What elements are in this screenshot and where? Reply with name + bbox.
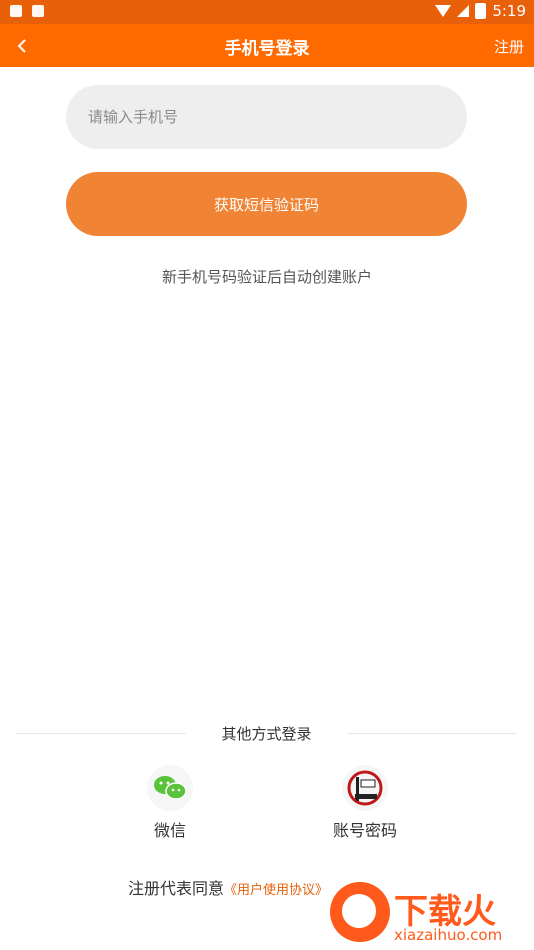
new-account-hint: 新手机号码验证后自动创建账户 bbox=[161, 268, 372, 286]
get-sms-code-button[interactable]: 获取短信验证码 bbox=[66, 172, 467, 236]
agreement-text: 注册代表同意《用户使用协议》 bbox=[128, 875, 328, 899]
notification-icon bbox=[10, 5, 22, 17]
wechat-login-option[interactable]: 微信 bbox=[110, 765, 230, 841]
wechat-label: 微信 bbox=[153, 821, 186, 840]
account-password-label: 账号密码 bbox=[332, 821, 397, 840]
battery-icon bbox=[475, 3, 487, 19]
signal-icon bbox=[457, 5, 470, 17]
account-password-icon bbox=[342, 765, 388, 811]
other-login-divider: 其他方式登录 bbox=[16, 723, 517, 745]
app-bar: 手机号登录 注册 bbox=[0, 24, 534, 67]
register-button[interactable]: 注册 bbox=[494, 36, 524, 57]
wechat-icon bbox=[147, 765, 193, 811]
download-icon bbox=[342, 894, 376, 928]
page-title: 手机号登录 bbox=[224, 39, 310, 59]
status-bar: 5:19 bbox=[0, 0, 534, 24]
divider-line bbox=[347, 733, 517, 734]
watermark-logo: 下载火 xiazaihuo.com bbox=[312, 874, 534, 948]
status-time: 5:19 bbox=[492, 2, 526, 20]
notification-icon bbox=[32, 5, 44, 17]
agreement-prefix: 注册代表同意 bbox=[128, 879, 225, 898]
watermark-url: xiazaihuo.com bbox=[394, 926, 503, 944]
account-password-login-option[interactable]: 账号密码 bbox=[305, 765, 425, 841]
phone-input[interactable] bbox=[66, 85, 467, 149]
wifi-icon bbox=[435, 5, 452, 17]
